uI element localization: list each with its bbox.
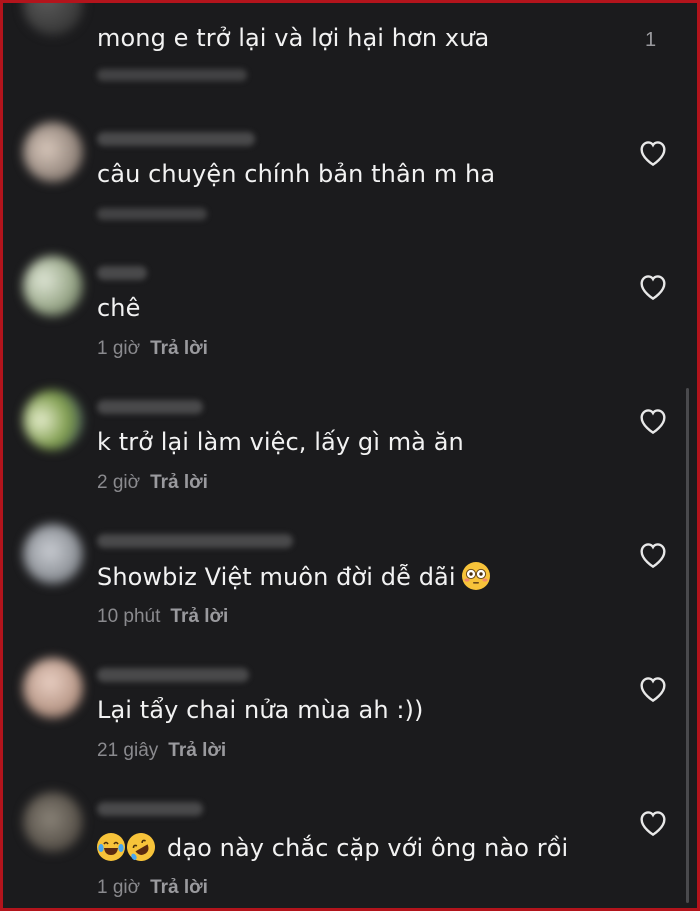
avatar[interactable] (23, 658, 83, 718)
avatar[interactable] (23, 792, 83, 852)
comment-meta (97, 69, 247, 81)
username[interactable] (97, 668, 249, 682)
avatar[interactable] (23, 122, 83, 182)
reply-button[interactable]: Trả lời (168, 740, 226, 761)
comment-meta (97, 208, 207, 220)
timestamp: 21 giây (97, 740, 159, 761)
username[interactable] (97, 132, 255, 146)
like-button[interactable] (637, 539, 669, 569)
comment-text: Lại tẩy chai nửa mùa ah :)) (97, 696, 424, 724)
like-button[interactable] (637, 137, 669, 167)
comment-text: chê (97, 294, 141, 322)
comment-list: mong e trở lại và lợi hại hơn xưa 1 câu … (3, 3, 697, 908)
reply-button[interactable]: Trả lời (150, 472, 208, 493)
like-button[interactable] (637, 405, 669, 435)
reply-button[interactable]: Trả lời (170, 606, 228, 627)
like-count: 1 (645, 29, 657, 51)
comment-item: Lại tẩy chai nửa mùa ah :)) 21 giây Trả l… (3, 652, 697, 786)
avatar[interactable] (23, 256, 83, 316)
comment-item: dạo này chắc cặp với ông nào rồi 1 giờ Tr… (3, 786, 697, 908)
comment-text: câu chuyện chính bản thân m ha (97, 160, 496, 188)
comment-text: dạo này chắc cặp với ông nào rồi (97, 827, 568, 867)
like-button[interactable] (637, 673, 669, 703)
timestamp: 10 phút (97, 606, 161, 627)
flushed-face-emoji (461, 562, 490, 590)
username[interactable] (97, 534, 293, 548)
timestamp: 2 giờ (97, 472, 141, 493)
heart-outline-icon (640, 141, 666, 167)
username[interactable] (97, 266, 147, 280)
comment-meta: 2 giờ Trả lời (97, 472, 208, 494)
like-button[interactable] (637, 271, 669, 301)
comment-text: mong e trở lại và lợi hại hơn xưa (97, 24, 490, 52)
avatar[interactable] (23, 3, 83, 35)
avatar[interactable] (23, 390, 83, 450)
timestamp: 1 giờ (97, 338, 141, 359)
heart-outline-icon (640, 409, 666, 435)
scrollbar[interactable] (686, 388, 689, 903)
heart-outline-icon (640, 677, 666, 703)
reply-button[interactable]: Trả lời (150, 877, 208, 898)
tears-of-joy-emoji (97, 833, 125, 861)
comment-text: Showbiz Việt muôn đời dễ dãi (97, 562, 490, 591)
comment-item: k trở lại làm việc, lấy gì mà ăn 2 giờ Tr… (3, 384, 697, 518)
comment-text: k trở lại làm việc, lấy gì mà ăn (97, 428, 464, 456)
like-button[interactable] (637, 807, 669, 837)
heart-outline-icon (640, 275, 666, 301)
comment-item: mong e trở lại và lợi hại hơn xưa 1 (3, 3, 697, 129)
comment-meta: 1 giờ Trả lời (97, 338, 208, 360)
comment-item: câu chuyện chính bản thân m ha (3, 116, 697, 250)
comment-item: chê 1 giờ Trả lời (3, 250, 697, 384)
heart-outline-icon (640, 543, 666, 569)
reply-button[interactable]: Trả lời (150, 338, 208, 359)
avatar[interactable] (23, 524, 83, 584)
username[interactable] (97, 802, 203, 816)
timestamp: 1 giờ (97, 877, 141, 898)
comment-meta: 21 giây Trả lời (97, 740, 226, 762)
comment-meta: 1 giờ Trả lời (97, 877, 208, 899)
comment-item: Showbiz Việt muôn đời dễ dãi 10 phút Trả … (3, 518, 697, 652)
heart-outline-icon (640, 811, 666, 837)
comment-meta: 10 phút Trả lời (97, 606, 228, 628)
username[interactable] (97, 400, 203, 414)
rolling-laughing-emoji (121, 827, 161, 867)
